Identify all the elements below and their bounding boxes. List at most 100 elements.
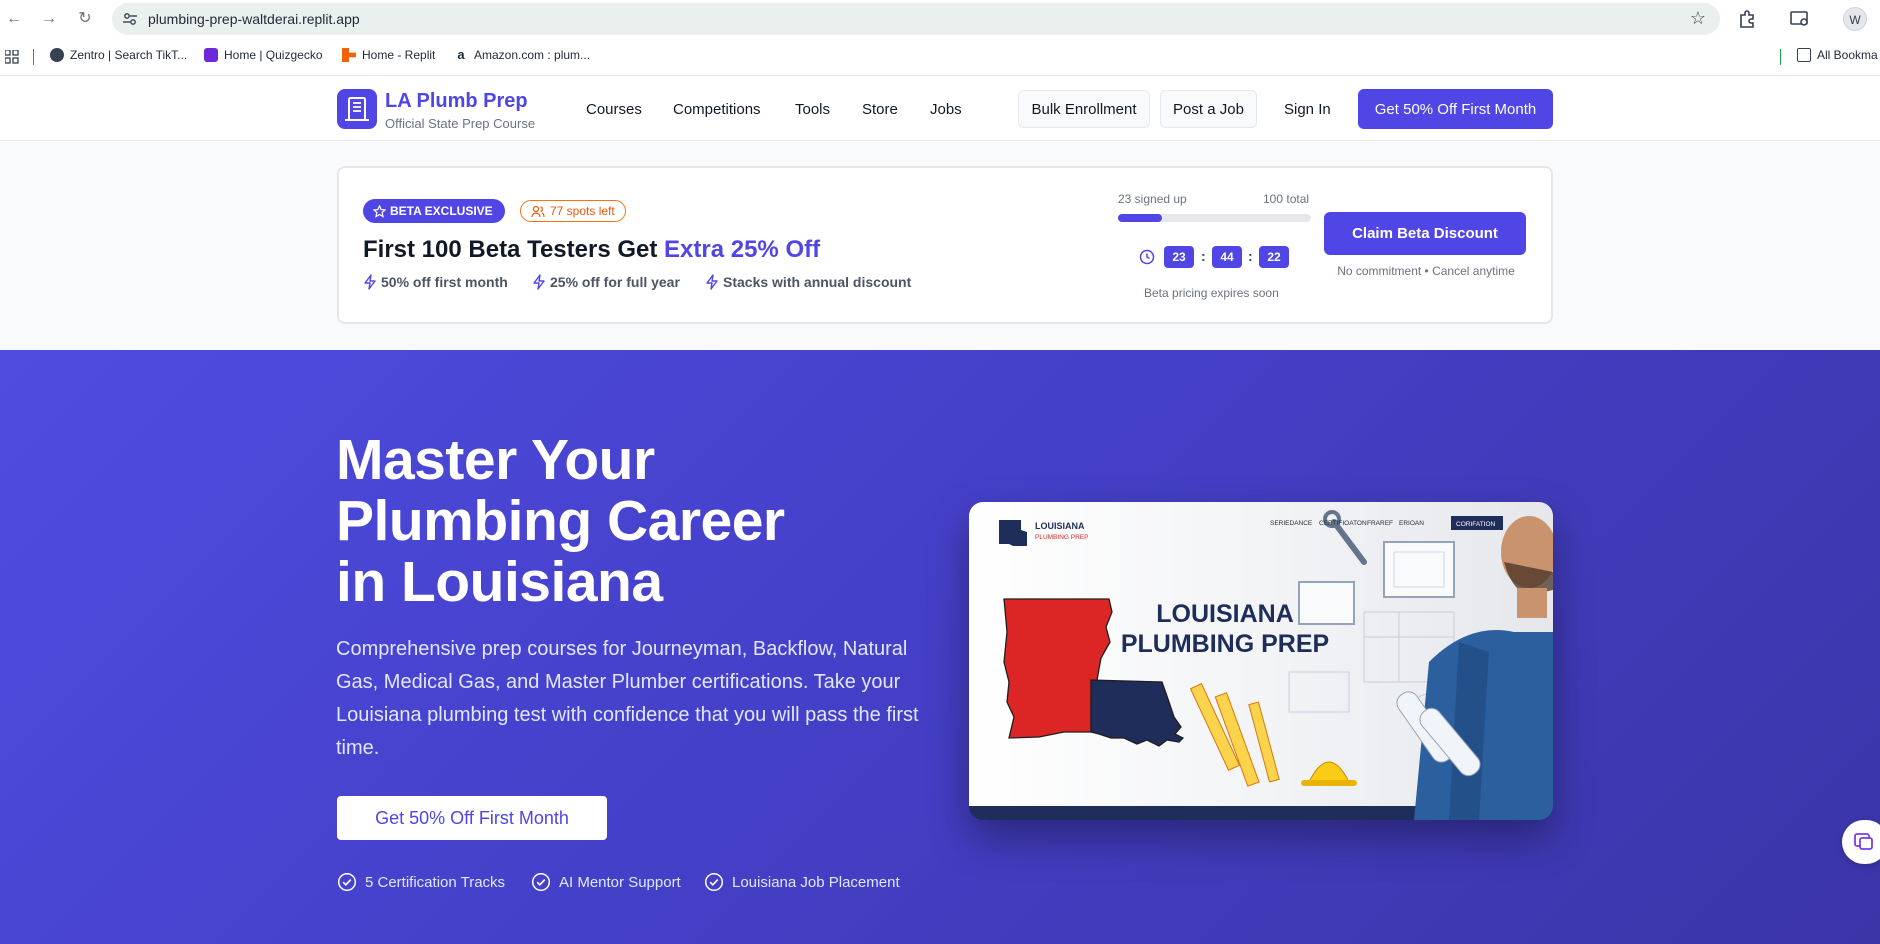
bookmark-divider: [33, 49, 34, 65]
bookmarks-bar: Zentro | Search TikT... Home | Quizgecko…: [0, 38, 1880, 76]
timer-minutes: 44: [1212, 246, 1242, 268]
spots-left-label: 77 spots left: [550, 204, 615, 218]
users-icon: [531, 205, 545, 217]
beta-exclusive-badge: BETA EXCLUSIVE: [363, 199, 505, 223]
timer-separator: :: [1248, 248, 1253, 264]
image-headline-line1: LOUISIANA: [1156, 600, 1294, 628]
apps-grid-icon[interactable]: [5, 50, 19, 64]
signup-progress-fill: [1118, 214, 1163, 222]
clock-icon: [1139, 249, 1155, 265]
hero-section: Master Your Plumbing Career in Louisiana…: [0, 350, 1880, 944]
hero-title-line: Master Your: [336, 428, 655, 492]
perk-label: 25% off for full year: [550, 274, 680, 290]
media-icon[interactable]: [1789, 8, 1811, 30]
hero-feature-label: Louisiana Job Placement: [732, 873, 900, 891]
image-menu-item: ERIOAN: [1399, 520, 1424, 527]
hero-feature: 5 Certification Tracks: [337, 872, 505, 892]
sign-in-link[interactable]: Sign In: [1284, 101, 1331, 118]
claim-beta-discount-button[interactable]: Claim Beta Discount: [1324, 212, 1526, 255]
url-text[interactable]: plumbing-prep-waltderai.replit.app: [148, 11, 360, 27]
post-job-button[interactable]: Post a Job: [1160, 90, 1257, 128]
quizgecko-icon: [204, 48, 218, 62]
extensions-icon[interactable]: [1736, 8, 1758, 30]
perk-label: 50% off first month: [381, 274, 508, 290]
logo-building-icon[interactable]: [337, 89, 377, 129]
beta-badge-label: BETA EXCLUSIVE: [390, 204, 493, 218]
logo-title[interactable]: LA Plumb Prep: [385, 90, 528, 113]
check-circle-icon: [531, 872, 551, 892]
beta-banner-section: BETA EXCLUSIVE 77 spots left First 100 B…: [0, 142, 1880, 350]
folder-icon: [1797, 48, 1811, 62]
check-circle-icon: [704, 872, 724, 892]
signup-progress-bar: [1118, 214, 1311, 222]
hero-feature: AI Mentor Support: [531, 872, 681, 892]
bookmark-label: Zentro | Search TikT...: [70, 48, 188, 62]
hero-title: Master Your Plumbing Career in Louisiana: [336, 430, 896, 613]
hero-description: Comprehensive prep courses for Journeyma…: [336, 638, 919, 759]
beta-headline: First 100 Beta Testers Get Extra 25% Off: [363, 236, 820, 264]
all-bookmarks-label: All Bookma: [1817, 48, 1878, 62]
total-count: 100 total: [1263, 192, 1310, 206]
nav-store[interactable]: Store: [862, 101, 898, 118]
hero-feature-label: 5 Certification Tracks: [365, 873, 506, 891]
image-headline-line2: PLUMBING PREP: [1121, 630, 1329, 658]
image-brand-bottom: PLUMBING PREP: [1035, 534, 1088, 541]
reload-icon[interactable]: ↻: [75, 9, 95, 29]
bookmark-zentro[interactable]: Zentro | Search TikT...: [50, 48, 187, 62]
perk-label: Stacks with annual discount: [723, 274, 912, 290]
bookmark-amazon[interactable]: a Amazon.com : plum...: [454, 48, 590, 63]
replit-icon: [342, 48, 356, 62]
bookmark-label: Home - Replit: [362, 48, 436, 62]
beta-headline-accent: Extra 25% Off: [664, 236, 821, 263]
all-bookmarks[interactable]: All Bookma: [1797, 48, 1878, 62]
timer-separator: :: [1201, 248, 1206, 264]
image-menu-item: CERTIFIOATON: [1319, 520, 1367, 527]
signed-up-count: 23 signed up: [1118, 192, 1187, 206]
header-cta-button[interactable]: Get 50% Off First Month: [1358, 89, 1553, 129]
nav-jobs[interactable]: Jobs: [930, 101, 962, 118]
hero-title-line: in Louisiana: [336, 550, 663, 614]
logo-subtitle: Official State Prep Course: [385, 116, 536, 131]
expires-note: Beta pricing expires soon: [1144, 286, 1279, 300]
chat-icon: [1854, 833, 1873, 850]
nav-tools[interactable]: Tools: [795, 101, 830, 118]
hero-feature: Louisiana Job Placement: [704, 872, 900, 892]
timer-seconds: 22: [1259, 246, 1289, 268]
no-commitment-note: No commitment • Cancel anytime: [1337, 264, 1515, 278]
globe-icon: [50, 48, 64, 62]
hero-illustration: LOUISIANA PLUMBING PREP SERIEDANCE CERTI…: [969, 502, 1553, 820]
beta-headline-main: First 100 Beta Testers Get: [363, 236, 665, 263]
image-brand-top: LOUISIANA: [1035, 521, 1085, 531]
nav-courses[interactable]: Courses: [586, 101, 642, 118]
perk-item: 25% off for full year: [532, 274, 680, 290]
bulk-enrollment-button[interactable]: Bulk Enrollment: [1018, 90, 1150, 128]
back-icon[interactable]: ←: [4, 9, 24, 29]
lightning-icon: [533, 274, 545, 290]
star-icon: [373, 204, 386, 218]
profile-avatar[interactable]: W: [1843, 7, 1867, 31]
bookmark-star-icon[interactable]: ☆: [1690, 8, 1706, 29]
image-menu-item: SERIEDANCE: [1270, 520, 1313, 527]
hero-cta-button[interactable]: Get 50% Off First Month: [337, 796, 607, 840]
perk-item: 50% off first month: [363, 274, 508, 290]
address-bar[interactable]: plumbing-prep-waltderai.replit.app ☆: [112, 3, 1720, 35]
image-menu-item: FRAREF: [1367, 520, 1393, 527]
bookmark-label: Home | Quizgecko: [224, 48, 323, 62]
forward-icon[interactable]: →: [39, 9, 59, 29]
site-header: LA Plumb Prep Official State Prep Course…: [0, 76, 1880, 141]
check-circle-icon: [337, 872, 357, 892]
hero-title-line: Plumbing Career: [336, 489, 785, 553]
lightning-icon: [364, 274, 376, 290]
nav-competitions[interactable]: Competitions: [673, 101, 761, 118]
bookmark-quizgecko[interactable]: Home | Quizgecko: [204, 48, 323, 62]
lightning-icon: [706, 274, 718, 290]
site-settings-icon[interactable]: [122, 11, 138, 27]
perk-item: Stacks with annual discount: [705, 274, 911, 290]
bookmark-replit[interactable]: Home - Replit: [342, 48, 435, 62]
timer-hours: 23: [1164, 246, 1194, 268]
browser-toolbar: ← → ↻ plumbing-prep-waltderai.replit.app…: [0, 0, 1880, 38]
bookmark-divider: [1780, 49, 1781, 65]
chat-widget-button[interactable]: [1842, 820, 1880, 864]
image-menu-item-active: CORIFATION: [1456, 521, 1496, 528]
beta-offer-card: BETA EXCLUSIVE 77 spots left First 100 B…: [337, 166, 1553, 324]
